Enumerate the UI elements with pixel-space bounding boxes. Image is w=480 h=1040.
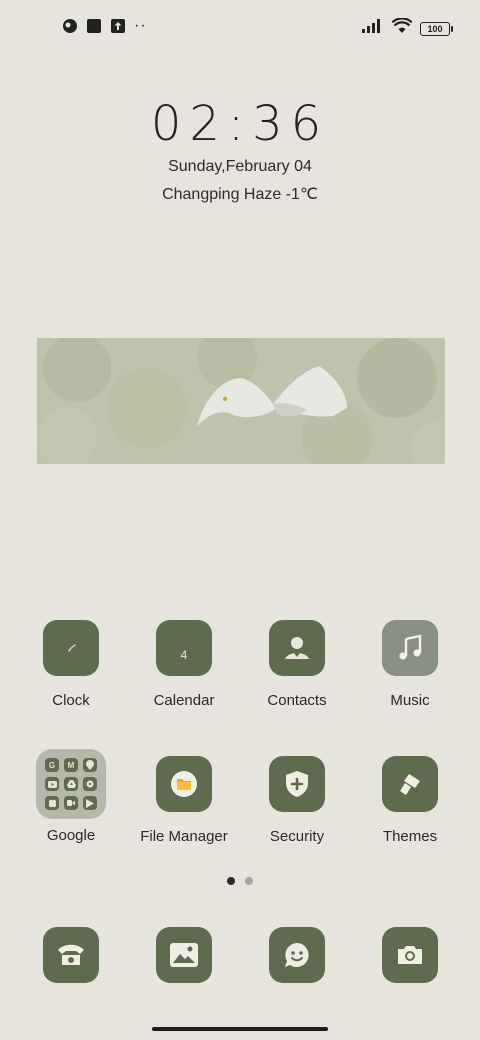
app-icon xyxy=(62,18,78,34)
gmail-mini-icon: M xyxy=(64,758,78,772)
dock-gallery[interactable] xyxy=(156,927,212,983)
folder-google[interactable]: G M Google xyxy=(16,749,126,844)
page-indicator xyxy=(0,877,480,885)
app-label: File Manager xyxy=(140,828,228,845)
wifi-icon xyxy=(391,17,413,39)
calendar-day: 4 xyxy=(180,648,188,662)
security-icon xyxy=(269,756,325,812)
app-label: Security xyxy=(269,828,325,845)
clock-icon xyxy=(43,620,99,676)
contacts-icon xyxy=(269,620,325,676)
upload-icon xyxy=(110,18,126,34)
app-contacts[interactable]: Contacts xyxy=(242,620,352,709)
clock-date: Sunday,February 04 xyxy=(168,158,312,175)
clock-time: 02:36 xyxy=(150,96,330,152)
app-label: Clock xyxy=(52,692,90,709)
app-label: Contacts xyxy=(267,692,327,709)
app-calendar[interactable]: 4 Calendar xyxy=(129,620,239,709)
app-label: Google xyxy=(46,827,96,844)
seagull-photo xyxy=(37,338,445,464)
meet-mini-icon xyxy=(64,796,78,810)
photos-mini-icon xyxy=(45,796,59,810)
app-clock[interactable]: Clock xyxy=(16,620,126,709)
gallery-icon xyxy=(170,943,198,967)
app-themes[interactable]: Themes xyxy=(355,756,465,845)
clock-widget[interactable]: 02:36 Sunday,February 04 Changping Haze … xyxy=(0,96,480,204)
assistant-mini-icon xyxy=(83,777,97,791)
dock-phone[interactable] xyxy=(43,927,99,983)
messages-icon xyxy=(285,943,309,967)
drive-mini-icon xyxy=(64,777,78,791)
overflow-dots: ·· xyxy=(134,17,147,34)
dock-messages[interactable] xyxy=(269,927,325,983)
status-left: ·· xyxy=(62,18,147,34)
app-file-manager[interactable]: File Manager xyxy=(129,756,239,845)
app-label: Themes xyxy=(382,828,438,845)
youtube-mini-icon xyxy=(45,777,59,791)
photo-widget[interactable] xyxy=(37,338,445,464)
square-app-icon xyxy=(86,18,102,34)
dock-camera[interactable] xyxy=(382,927,438,983)
app-music[interactable]: Music xyxy=(355,620,465,709)
page-dot[interactable] xyxy=(245,877,253,885)
status-bar: ·· 100 xyxy=(0,0,480,56)
play-mini-icon xyxy=(83,796,97,810)
status-right: 100 xyxy=(362,17,453,39)
battery-icon: 100 xyxy=(420,21,453,36)
file-manager-icon xyxy=(156,756,212,812)
phone-icon xyxy=(58,944,84,965)
page-dot-active[interactable] xyxy=(227,877,235,885)
app-security[interactable]: Security xyxy=(242,756,352,845)
signal-icon xyxy=(362,19,384,38)
maps-mini-icon xyxy=(83,758,97,772)
app-label: Calendar xyxy=(153,692,215,709)
google-mini-icon: G xyxy=(45,758,59,772)
weather-text: Changping Haze -1℃ xyxy=(162,186,318,203)
google-folder-icon: G M xyxy=(36,749,106,819)
camera-icon xyxy=(398,946,422,964)
music-icon xyxy=(382,620,438,676)
home-indicator[interactable] xyxy=(152,1027,328,1031)
app-label: Music xyxy=(390,692,430,709)
themes-icon xyxy=(382,756,438,812)
calendar-icon: 4 xyxy=(156,620,212,676)
